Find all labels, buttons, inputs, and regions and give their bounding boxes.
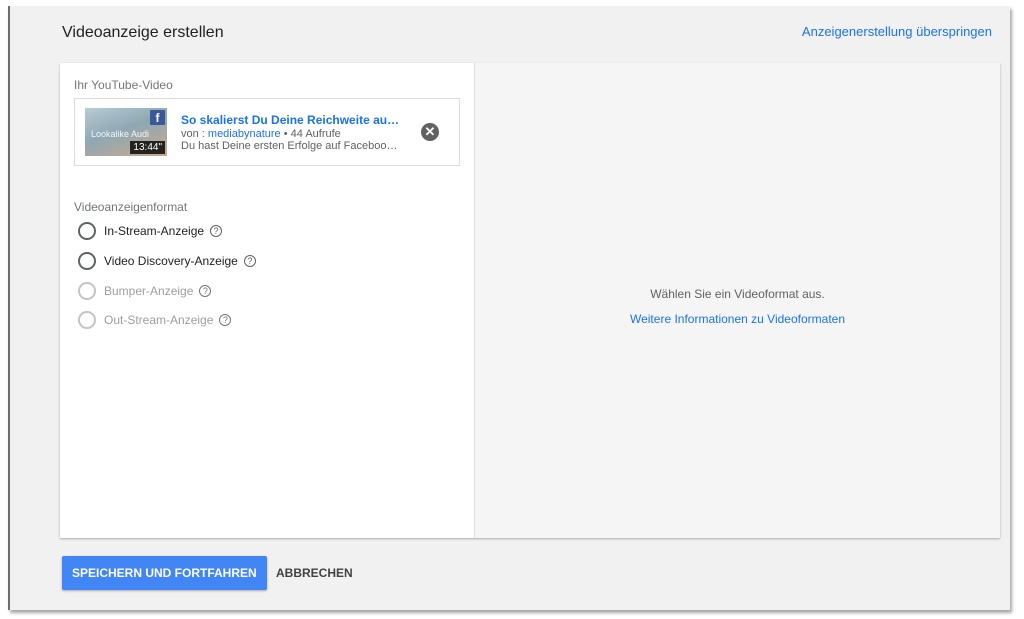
- video-description: Du hast Deine ersten Erfolge auf Faceboo…: [181, 140, 401, 152]
- page-title: Videoanzeige erstellen: [62, 24, 224, 41]
- by-prefix: von :: [181, 128, 208, 140]
- format-section-label: Videoanzeigenformat: [74, 200, 188, 214]
- format-option-video-discovery[interactable]: Video Discovery-Anzeige ?: [78, 252, 256, 270]
- video-title[interactable]: So skalierst Du Deine Reichweite auf Fa.…: [181, 113, 401, 127]
- skip-ad-creation-link[interactable]: Anzeigenerstellung überspringen: [802, 24, 992, 39]
- settings-pane: Ihr YouTube-Video Lookalike Audi f 13:44…: [60, 63, 475, 538]
- radio-button: [78, 311, 96, 329]
- video-duration: 13:44": [130, 141, 165, 154]
- video-meta: von : mediabynature • 44 Aufrufe: [181, 128, 341, 140]
- cancel-button[interactable]: ABBRECHEN: [268, 556, 361, 590]
- video-formats-info-link[interactable]: Weitere Informationen zu Videoformaten: [475, 312, 1000, 326]
- remove-video-close-icon[interactable]: ✕: [421, 123, 439, 141]
- format-option-out-stream: Out-Stream-Anzeige ?: [78, 311, 232, 329]
- channel-link[interactable]: mediabynature: [208, 128, 281, 140]
- radio-button[interactable]: [78, 252, 96, 270]
- help-icon[interactable]: ?: [199, 285, 212, 297]
- format-option-label: In-Stream-Anzeige: [104, 224, 205, 238]
- select-format-message: Wählen Sie ein Videoformat aus.: [650, 287, 825, 301]
- help-icon[interactable]: ?: [219, 314, 232, 326]
- video-section-label: Ihr YouTube-Video: [74, 78, 173, 92]
- format-option-bumper: Bumper-Anzeige ?: [78, 282, 212, 300]
- save-and-continue-button[interactable]: SPEICHERN UND FORTFAHREN: [62, 556, 267, 590]
- thumbnail-text: Lookalike Audi: [91, 129, 150, 139]
- ad-editor-card: Ihr YouTube-Video Lookalike Audi f 13:44…: [60, 63, 1000, 538]
- video-thumbnail[interactable]: Lookalike Audi f 13:44": [85, 108, 167, 156]
- format-option-label: Out-Stream-Anzeige: [104, 313, 214, 327]
- view-count: • 44 Aufrufe: [280, 128, 341, 140]
- format-option-label: Video Discovery-Anzeige: [104, 254, 238, 268]
- radio-button: [78, 282, 96, 300]
- preview-pane: Wählen Sie ein Videoformat aus. Weitere …: [475, 63, 1000, 538]
- format-option-in-stream[interactable]: In-Stream-Anzeige ?: [78, 222, 223, 240]
- facebook-icon: f: [150, 110, 165, 125]
- radio-button[interactable]: [78, 222, 96, 240]
- help-icon[interactable]: ?: [243, 255, 256, 267]
- selected-video-card: Lookalike Audi f 13:44" So skalierst Du …: [74, 98, 460, 166]
- app-window: Videoanzeige erstellen Anzeigenerstellun…: [8, 6, 1010, 610]
- format-option-label: Bumper-Anzeige: [104, 284, 194, 298]
- help-icon[interactable]: ?: [210, 225, 223, 237]
